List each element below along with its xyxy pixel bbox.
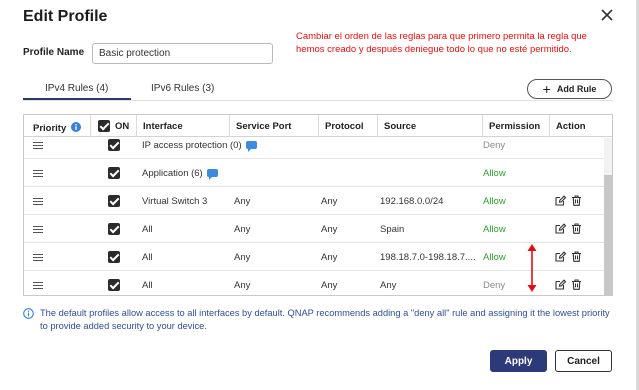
close-icon[interactable]: [598, 6, 616, 24]
details-icon[interactable]: [245, 141, 257, 152]
cell-service-port: Any: [234, 280, 251, 291]
cell-permission: Allow: [483, 196, 506, 207]
delete-icon[interactable]: [571, 279, 582, 290]
cell-interface: Application (6): [142, 168, 218, 180]
table-header: Priority ON Interface Service Port Proto…: [24, 115, 612, 137]
details-icon[interactable]: [206, 169, 218, 180]
header-separator: [482, 115, 483, 137]
header-protocol: Protocol: [325, 121, 364, 132]
drag-handle-icon[interactable]: [33, 254, 43, 261]
edit-profile-dialog: Edit Profile Cambiar el orden de las reg…: [0, 0, 639, 390]
cell-protocol: Any: [321, 252, 338, 263]
table-row: Application (6) Allow: [24, 159, 604, 187]
table-row: All Any Any 198.18.7.0-198.18.7.... Allow: [24, 243, 604, 271]
interface-text: All: [142, 224, 153, 235]
table-row: All Any Any Any Deny: [24, 271, 604, 295]
edit-icon[interactable]: [555, 223, 566, 234]
scrollbar-thumb[interactable]: [604, 175, 612, 295]
header-interface: Interface: [143, 121, 183, 132]
rule-enabled-checkbox[interactable]: [108, 167, 120, 179]
table-row: All Any Any Spain Allow: [24, 215, 604, 243]
cell-permission: Allow: [483, 224, 506, 235]
edit-icon[interactable]: [555, 195, 566, 206]
header-permission: Permission: [489, 121, 541, 132]
header-source: Source: [384, 121, 417, 132]
cell-interface: IP access protection (0): [142, 140, 257, 152]
interface-text: All: [142, 280, 153, 291]
annotation-note: Cambiar el orden de las reglas para que …: [296, 31, 587, 55]
cell-service-port: Any: [234, 224, 251, 235]
cancel-button[interactable]: Cancel: [555, 350, 612, 372]
cell-interface: All: [142, 224, 153, 235]
tab-divider: [23, 100, 613, 101]
double-arrow-icon: [527, 244, 537, 292]
cell-service-port: Any: [234, 196, 251, 207]
header-select-all-checkbox[interactable]: [98, 120, 110, 132]
cell-source: 192.168.0.0/24: [380, 196, 444, 207]
header-separator: [318, 115, 319, 137]
rule-enabled-checkbox[interactable]: [108, 223, 120, 235]
profile-name-input[interactable]: [92, 43, 273, 64]
cell-source: Spain: [380, 224, 405, 235]
drag-handle-icon[interactable]: [33, 226, 43, 233]
apply-button[interactable]: Apply: [490, 350, 547, 372]
delete-icon[interactable]: [571, 251, 582, 262]
header-separator: [229, 115, 230, 137]
add-rule-label: Add Rule: [556, 84, 597, 94]
cell-interface: Virtual Switch 3: [142, 196, 207, 207]
add-rule-button[interactable]: + Add Rule: [527, 79, 612, 99]
drag-handle-icon[interactable]: [33, 198, 43, 205]
interface-text: Application (6): [142, 168, 203, 179]
drag-handle-icon[interactable]: [33, 142, 43, 149]
cell-permission: Allow: [483, 168, 506, 179]
drag-handle-icon[interactable]: [33, 170, 43, 177]
delete-icon[interactable]: [571, 223, 582, 234]
info-message: The default profiles allow access to all…: [40, 308, 610, 331]
cell-service-port: Any: [234, 252, 251, 263]
info-icon[interactable]: [70, 122, 81, 132]
header-separator: [136, 115, 137, 137]
header-on: ON: [115, 121, 130, 132]
edit-icon[interactable]: [555, 251, 566, 262]
cell-permission: Deny: [483, 280, 506, 291]
cell-interface: All: [142, 280, 153, 291]
tab-ipv6-rules[interactable]: IPv6 Rules (3): [151, 83, 214, 94]
header-separator: [549, 115, 550, 137]
cell-source: 198.18.7.0-198.18.7....: [380, 252, 476, 263]
header-separator: [377, 115, 378, 137]
tab-ipv4-rules[interactable]: IPv4 Rules (4): [45, 83, 108, 94]
table-row: Virtual Switch 3 Any Any 192.168.0.0/24 Allo…: [24, 187, 604, 215]
interface-text: Virtual Switch 3: [142, 196, 208, 207]
cell-source: Any: [380, 280, 397, 291]
cell-permission: Allow: [483, 252, 506, 263]
header-action: Action: [556, 121, 586, 132]
cell-protocol: Any: [321, 196, 338, 207]
cell-protocol: Any: [321, 224, 338, 235]
rules-table: IP access protection (0) Deny Application …: [23, 114, 613, 296]
header-separator: [90, 115, 91, 137]
header-service-port: Service Port: [236, 121, 292, 132]
tab-bar: IPv4 Rules (4) IPv6 Rules (3): [23, 78, 613, 100]
profile-name-label: Profile Name: [23, 47, 85, 58]
dialog-title: Edit Profile: [23, 8, 108, 25]
rule-enabled-checkbox[interactable]: [108, 139, 120, 151]
interface-text: IP access protection (0): [142, 140, 242, 151]
drag-handle-icon[interactable]: [33, 282, 43, 289]
cell-protocol: Any: [321, 280, 338, 291]
cell-permission: Deny: [483, 140, 506, 151]
edit-icon[interactable]: [555, 279, 566, 290]
delete-icon[interactable]: [571, 195, 582, 206]
header-priority: Priority: [33, 121, 81, 134]
cell-interface: All: [142, 252, 153, 263]
plus-icon: +: [542, 80, 551, 97]
rule-enabled-checkbox[interactable]: [108, 279, 120, 291]
rule-enabled-checkbox[interactable]: [108, 251, 120, 263]
interface-text: All: [142, 252, 153, 263]
rule-enabled-checkbox[interactable]: [108, 195, 120, 207]
